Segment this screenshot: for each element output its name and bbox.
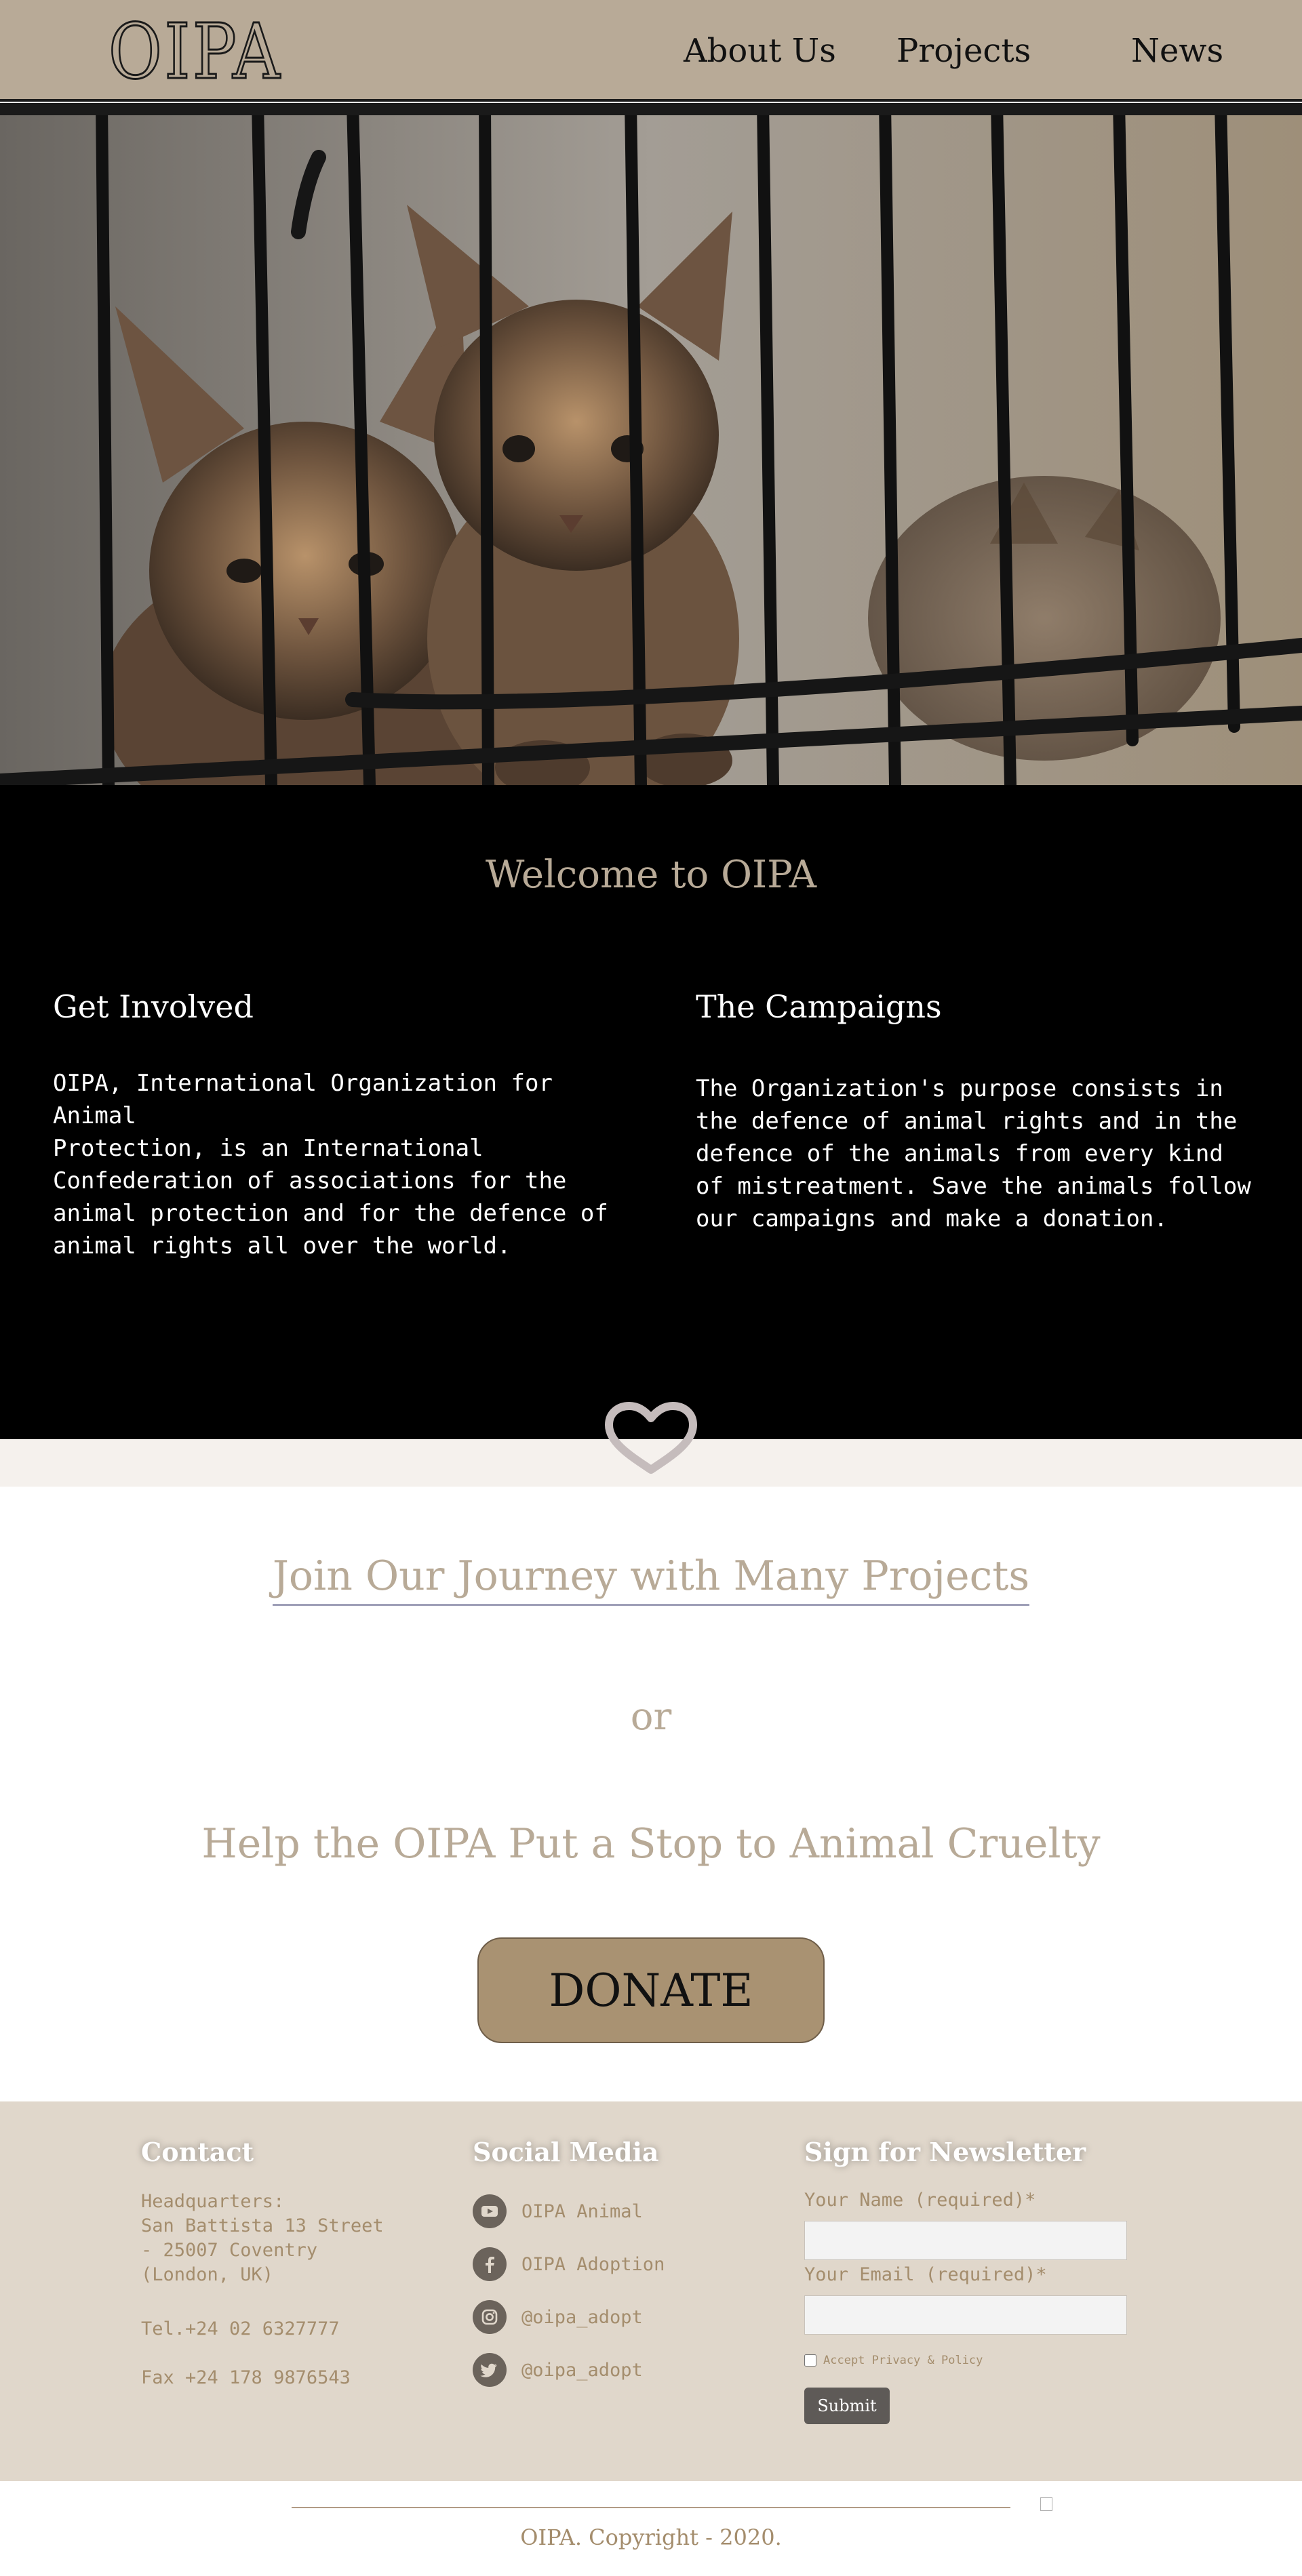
join-journey-link-text[interactable]: Join Our Journey with Many Projects xyxy=(272,1552,1030,1606)
hero-image xyxy=(0,103,1302,785)
email-field-label: Your Email (required)* xyxy=(804,2264,1047,2285)
site-header: OIPA About Us Projects News xyxy=(0,0,1302,102)
copyright-text: OIPA. Copyright - 2020. xyxy=(520,2524,782,2550)
contact-title: Contact xyxy=(141,2137,254,2167)
social-link-youtube[interactable]: OIPA Animal xyxy=(473,2194,643,2229)
instagram-icon xyxy=(473,2300,507,2334)
or-text: or xyxy=(630,1695,672,1739)
nav-projects[interactable]: Projects xyxy=(896,27,1031,75)
submit-button[interactable]: Submit xyxy=(804,2388,890,2424)
name-field-label: Your Name (required)* xyxy=(804,2190,1036,2211)
nav-news[interactable]: News xyxy=(1131,27,1223,75)
email-input[interactable] xyxy=(804,2295,1127,2335)
social-media-title: Social Media xyxy=(473,2137,659,2167)
nav-about-us[interactable]: About Us xyxy=(684,27,836,75)
campaigns-text: The Organization's purpose consists in t… xyxy=(696,1075,1251,1232)
site-logo[interactable]: OIPA xyxy=(108,7,282,98)
youtube-icon xyxy=(473,2194,507,2228)
footer-divider xyxy=(292,2507,1010,2508)
social-link-facebook[interactable]: OIPA Adoption xyxy=(473,2247,665,2282)
heart-icon xyxy=(605,1402,697,1474)
stop-cruelty-heading: Help the OIPA Put a Stop to Animal Cruel… xyxy=(201,1820,1101,1868)
site-footer: Contact Headquarters: San Battista 13 St… xyxy=(0,2101,1302,2481)
newsletter-title: Sign for Newsletter xyxy=(804,2137,1086,2167)
social-label: OIPA Animal xyxy=(521,2200,643,2222)
privacy-policy-label: Accept Privacy & Policy xyxy=(823,2354,983,2367)
name-input[interactable] xyxy=(804,2221,1127,2260)
welcome-section: Welcome to OIPA Get Involved OIPA, Inter… xyxy=(0,785,1302,1439)
social-label: @oipa_adopt xyxy=(521,2306,643,2328)
kittens-in-cage-photo xyxy=(0,103,1302,785)
twitter-icon xyxy=(473,2353,507,2387)
get-involved-title: Get Involved xyxy=(53,988,254,1025)
social-link-twitter[interactable]: @oipa_adopt xyxy=(473,2352,643,2388)
campaigns-title: The Campaigns xyxy=(696,988,942,1025)
donate-button[interactable]: DONATE xyxy=(477,1937,825,2043)
small-square-icon xyxy=(1040,2497,1052,2511)
privacy-policy-checkbox-row[interactable]: Accept Privacy & Policy xyxy=(804,2354,983,2367)
social-label: OIPA Adoption xyxy=(521,2253,665,2275)
facebook-icon xyxy=(473,2247,507,2281)
contact-phone: Tel.+24 02 6327777 xyxy=(141,2318,340,2339)
welcome-title: Welcome to OIPA xyxy=(485,853,817,897)
privacy-policy-checkbox[interactable] xyxy=(804,2354,816,2367)
social-label: @oipa_adopt xyxy=(521,2359,643,2381)
join-journey-link[interactable]: Join Our Journey with Many Projects xyxy=(0,1552,1302,1606)
contact-address: Headquarters: San Battista 13 Street - 2… xyxy=(141,2191,384,2285)
get-involved-text: OIPA, International Organization for Ani… xyxy=(53,1070,608,1260)
contact-fax: Fax +24 178 9876543 xyxy=(141,2367,351,2388)
social-link-instagram[interactable]: @oipa_adopt xyxy=(473,2299,643,2335)
